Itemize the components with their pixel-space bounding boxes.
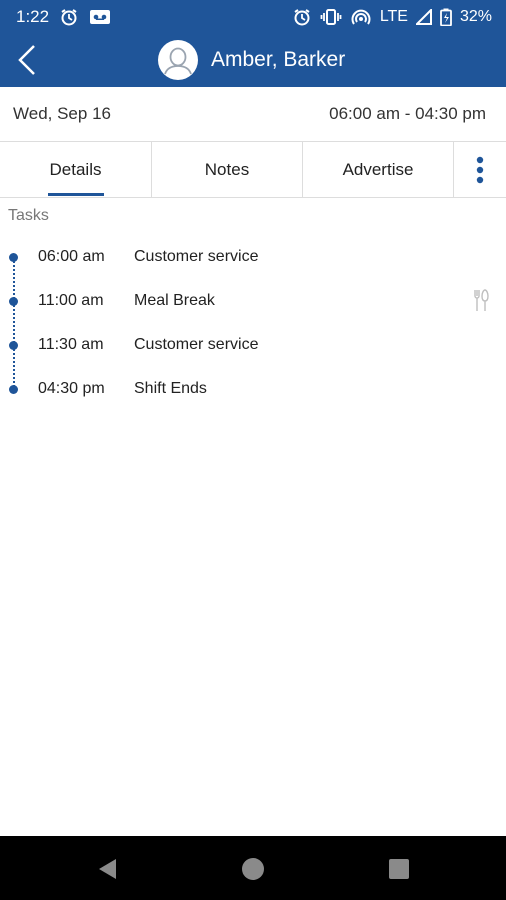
status-time: 1:22 [16, 7, 50, 26]
alarm-icon [59, 7, 79, 27]
timeline-dot [9, 253, 18, 262]
task-name: Meal Break [134, 292, 215, 309]
timeline-dot [9, 297, 18, 306]
recents-square-icon [389, 859, 409, 879]
timeline-dot [9, 385, 18, 394]
task-row[interactable]: 04:30 pm Shift Ends [0, 367, 506, 411]
battery-level: 32% [459, 8, 492, 25]
more-options-button[interactable] [453, 142, 505, 197]
tab-details[interactable]: Details [0, 142, 151, 197]
shift-date: Wed, Sep 16 [13, 104, 111, 123]
tab-notes[interactable]: Notes [151, 142, 302, 197]
avatar[interactable] [158, 40, 198, 80]
page-title: Amber, Barker [211, 48, 346, 71]
network-type: LTE [379, 8, 408, 25]
back-icon [18, 45, 35, 75]
task-time: 11:30 am [38, 336, 104, 353]
task-time: 06:00 am [38, 248, 105, 265]
task-row[interactable]: 11:00 am Meal Break [0, 279, 506, 323]
tab-bar: Details Notes Advertise [0, 141, 506, 198]
battery-icon [440, 8, 452, 26]
task-time: 04:30 pm [38, 380, 105, 397]
fork-knife-icon [472, 289, 490, 318]
tab-advertise[interactable]: Advertise [302, 142, 453, 197]
task-name: Shift Ends [134, 380, 207, 397]
alarm-icon [292, 7, 312, 27]
task-row[interactable]: 11:30 am Customer service [0, 323, 506, 367]
nav-home-button[interactable] [238, 854, 268, 884]
signal-icon [415, 9, 432, 25]
voicemail-icon [89, 8, 111, 26]
shift-date-row: Wed, Sep 16 06:00 am - 04:30 pm [0, 87, 506, 141]
app-bar: Amber, Barker [0, 34, 506, 87]
vibrate-icon [320, 8, 342, 26]
status-bar: 1:22 LTE 32% [0, 0, 506, 34]
task-timeline: 06:00 am Customer service 11:00 am Meal … [0, 235, 506, 411]
timeline-dot [9, 341, 18, 350]
shift-time-range: 06:00 am - 04:30 pm [329, 104, 486, 123]
task-row[interactable]: 06:00 am Customer service [0, 235, 506, 279]
task-name: Customer service [134, 248, 259, 265]
nav-recents-button[interactable] [384, 854, 414, 884]
hotspot-icon [350, 8, 372, 26]
task-time: 11:00 am [38, 292, 104, 309]
home-circle-icon [242, 858, 264, 880]
back-button[interactable] [12, 43, 42, 77]
tasks-section-title: Tasks [8, 207, 49, 224]
task-name: Customer service [134, 336, 259, 353]
user-avatar-icon [164, 47, 192, 75]
more-vert-icon [476, 156, 483, 183]
nav-back-button[interactable] [92, 854, 122, 884]
back-triangle-icon [99, 859, 116, 879]
system-nav-bar [0, 836, 506, 900]
